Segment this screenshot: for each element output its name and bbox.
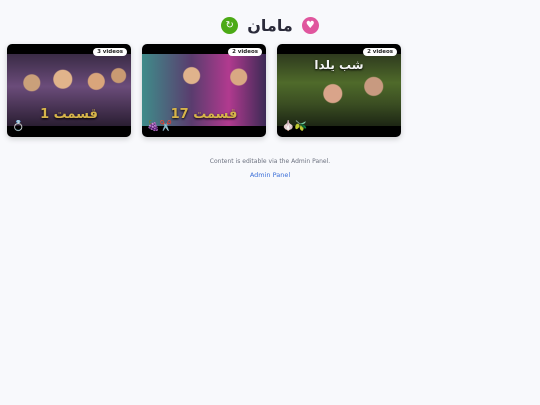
video-count-badge: 3 videos	[93, 48, 127, 56]
thumbnail-overlay-text: قسمت 17	[170, 107, 238, 122]
page-footer: Content is editable via the Admin Panel.…	[0, 158, 540, 179]
refresh-icon[interactable]: ↻	[221, 16, 239, 34]
video-thumbnail: قسمت 17	[142, 54, 266, 126]
video-count-badge: 2 videos	[363, 48, 397, 56]
card-emoji: 🧄🫒	[282, 121, 307, 132]
video-thumbnail: شب يلدا	[277, 54, 401, 126]
video-card-list: قسمت 1 3 videos 💍 قسمت 17 2 videos 🍇✂️ ش…	[7, 44, 401, 137]
video-count-badge: 2 videos	[228, 48, 262, 56]
thumbnail-overlay-text: قسمت 1	[40, 107, 98, 122]
video-thumbnail: قسمت 1	[7, 54, 131, 126]
page-header: ↻ مامان ♥	[0, 14, 540, 36]
video-card-episode-1[interactable]: قسمت 1 3 videos 💍	[7, 44, 131, 137]
page: ↻ مامان ♥ قسمت 1 3 videos 💍 قسمت 17 2 vi…	[0, 0, 540, 405]
video-card-episode-17[interactable]: قسمت 17 2 videos 🍇✂️	[142, 44, 266, 137]
video-card-yalda[interactable]: شب يلدا 2 videos 🧄🫒	[277, 44, 401, 137]
page-title: مامان	[247, 15, 293, 35]
footer-note: Content is editable via the Admin Panel.	[209, 158, 331, 165]
card-emoji: 💍	[12, 121, 25, 132]
card-emoji: 🍇✂️	[147, 121, 172, 132]
admin-panel-link[interactable]: Admin Panel	[250, 171, 290, 179]
heart-icon[interactable]: ♥	[301, 16, 319, 34]
thumbnail-overlay-text: شب يلدا	[314, 58, 364, 72]
